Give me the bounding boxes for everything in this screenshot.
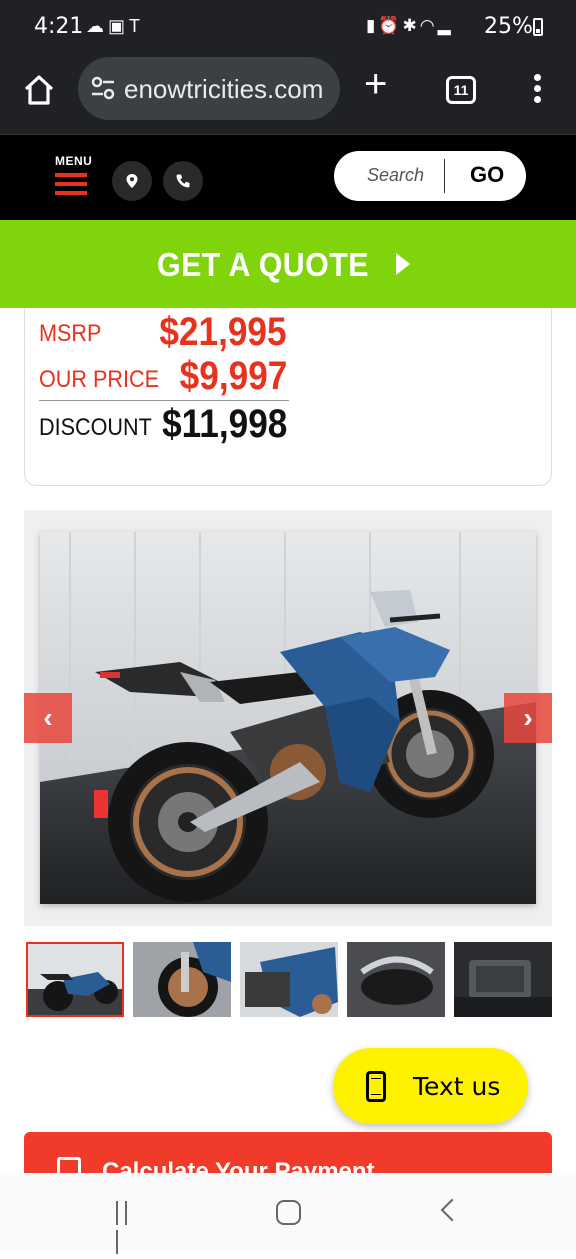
gallery-prev-button[interactable]: ‹ — [24, 693, 72, 743]
browser-toolbar: enowtricities.com + 11 — [0, 56, 576, 134]
price-card: MSRP $21,995 OUR PRICE $9,997 DISCOUNT $… — [24, 308, 552, 486]
home-nav-icon[interactable] — [276, 1200, 301, 1225]
main-product-photo[interactable] — [40, 532, 536, 904]
image-icon: ▣ — [108, 16, 130, 36]
site-search: Search GO — [334, 151, 526, 201]
wifi-icon: ◠ — [419, 16, 438, 35]
chevron-right-icon: › — [523, 702, 533, 733]
call-button[interactable] — [163, 161, 203, 201]
battery-saver-icon: ▮ — [366, 16, 379, 35]
hamburger-menu-icon[interactable] — [55, 173, 87, 200]
our-price-label: OUR PRICE — [39, 366, 160, 393]
text-us-button[interactable]: Text us — [333, 1048, 528, 1124]
address-bar[interactable]: enowtricities.com — [78, 57, 340, 120]
calculate-payment-label: Calculate Your Payment — [102, 1158, 375, 1173]
get-a-quote-label: GET A QUOTE — [157, 246, 369, 283]
calculate-payment-button[interactable]: Calculate Your Payment — [24, 1132, 552, 1173]
site-settings-icon[interactable] — [90, 75, 116, 101]
tab-switcher-button[interactable]: 11 — [446, 76, 476, 104]
tesla-icon: T — [129, 16, 145, 36]
bluetooth-icon: ✱ — [402, 16, 420, 35]
phone-icon — [176, 174, 190, 188]
thumbnail-5[interactable] — [454, 942, 552, 1017]
system-navigation-bar — [0, 1173, 576, 1254]
thumbnail-1[interactable] — [26, 942, 124, 1017]
thumbnail-4[interactable] — [347, 942, 445, 1017]
thumbnail-3[interactable] — [240, 942, 338, 1017]
product-gallery: ‹ › — [24, 510, 552, 926]
search-input[interactable]: Search — [367, 165, 424, 186]
recent-apps-icon[interactable] — [116, 1201, 140, 1254]
back-icon[interactable] — [440, 1198, 464, 1222]
text-us-label: Text us — [413, 1072, 501, 1101]
system-icons: ▮⏰✱◠▂ — [366, 16, 454, 36]
cloud-icon: ☁ — [86, 16, 108, 36]
price-divider — [39, 400, 289, 401]
gallery-thumbnails — [24, 942, 576, 1018]
msrp-label: MSRP — [39, 320, 102, 347]
more-menu-icon[interactable] — [530, 74, 544, 106]
battery-icon — [533, 18, 543, 36]
notification-icons: ☁▣T — [86, 16, 144, 37]
alarm-icon: ⏰ — [378, 16, 403, 35]
play-arrow-icon — [396, 253, 410, 275]
chevron-left-icon: ‹ — [43, 702, 53, 733]
msrp-value: $21,995 — [159, 310, 287, 354]
url-text[interactable]: enowtricities.com — [124, 74, 323, 105]
get-a-quote-button[interactable]: GET A QUOTE — [0, 220, 576, 308]
home-icon[interactable] — [22, 73, 56, 107]
gallery-next-button[interactable]: › — [504, 693, 552, 743]
status-bar: 4:21 ☁▣T ▮⏰✱◠▂ 25% — [0, 0, 576, 56]
location-button[interactable] — [112, 161, 152, 201]
calculator-icon — [57, 1157, 81, 1173]
our-price-value: $9,997 — [179, 354, 287, 398]
discount-label: DISCOUNT — [39, 414, 152, 441]
map-pin-icon — [126, 174, 138, 188]
site-header: MENU Search GO — [0, 134, 576, 220]
new-tab-icon[interactable]: + — [364, 62, 387, 107]
signal-icon: ▂ — [437, 16, 454, 35]
search-go-button[interactable]: GO — [470, 162, 504, 188]
thumbnail-2[interactable] — [133, 942, 231, 1017]
smartphone-icon — [366, 1071, 386, 1102]
battery-percent: 25% — [484, 14, 533, 39]
menu-label[interactable]: MENU — [55, 154, 92, 168]
status-time: 4:21 — [34, 14, 84, 39]
motorcycle-image — [40, 532, 536, 904]
discount-value: $11,998 — [161, 402, 287, 446]
search-divider — [444, 159, 445, 193]
